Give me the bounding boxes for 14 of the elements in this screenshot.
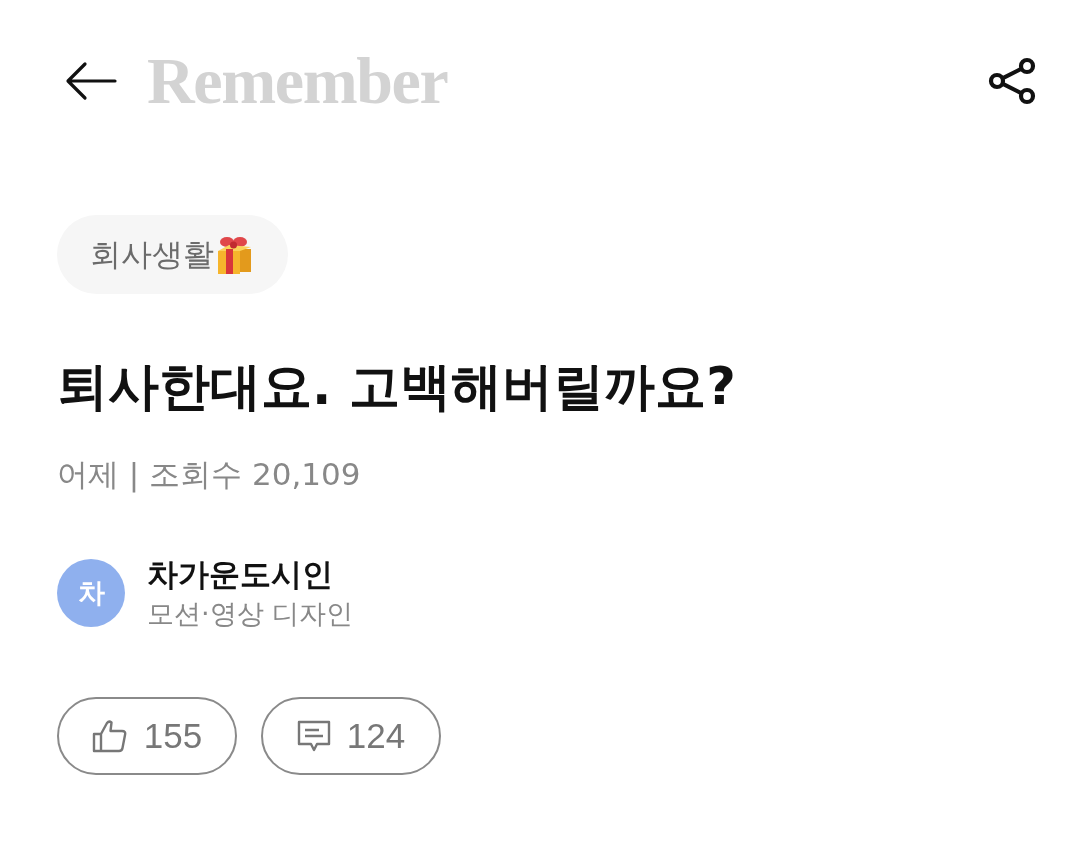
author-role: 모션·영상 디자인 (147, 597, 354, 632)
like-button[interactable]: 155 (57, 697, 237, 776)
post-meta: 어제 | 조회수 20,109 (57, 455, 362, 495)
comment-button[interactable]: 124 (261, 697, 441, 776)
share-button[interactable] (988, 57, 1036, 105)
share-icon (988, 57, 1036, 105)
author-name: 차가운도시인 (147, 554, 334, 594)
back-button[interactable] (65, 61, 117, 101)
thumbs-up-icon (91, 719, 128, 754)
category-chip[interactable]: 회사생활 (57, 215, 288, 294)
author-avatar: 차 (57, 558, 125, 627)
comment-icon (296, 720, 331, 753)
post-title: 퇴사한대요. 고백해버릴까요? (57, 356, 737, 418)
back-arrow-icon (65, 61, 117, 101)
